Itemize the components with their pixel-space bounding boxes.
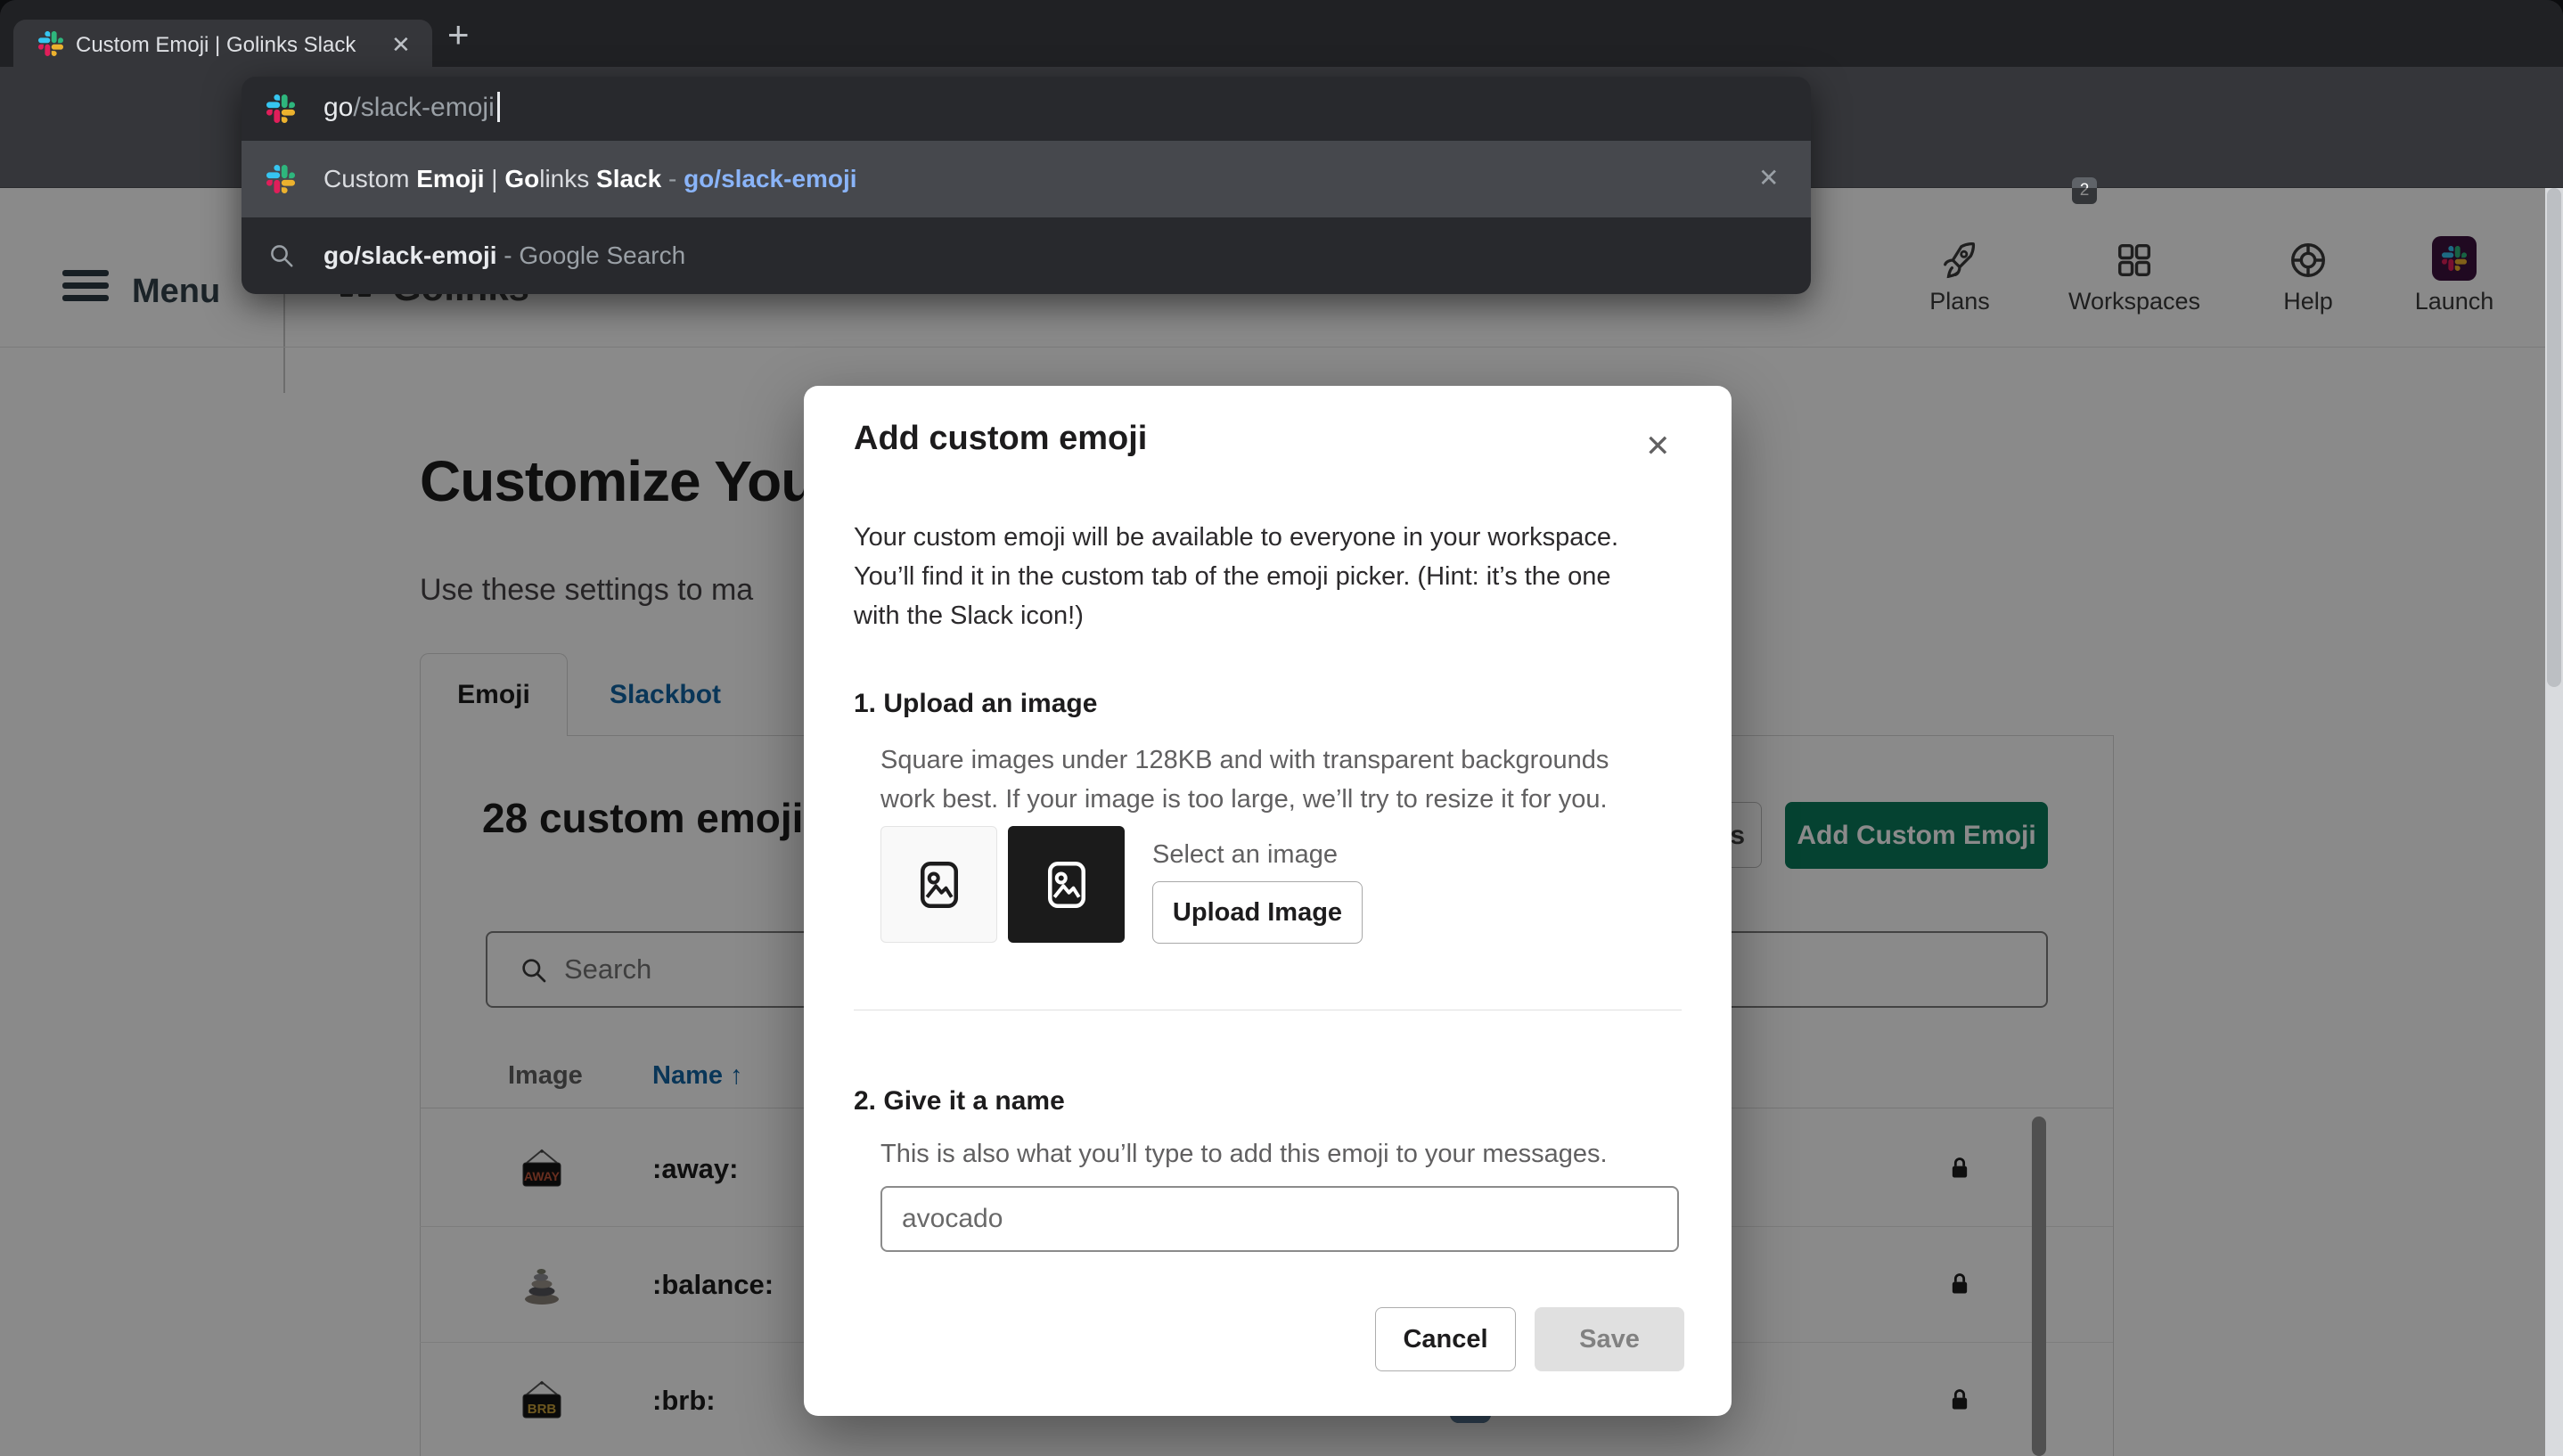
cancel-button[interactable]: Cancel [1375, 1307, 1516, 1371]
step1-description: Square images under 128KB and with trans… [880, 740, 1634, 819]
cancel-label: Cancel [1403, 1325, 1487, 1354]
select-image-label: Select an image [1152, 835, 1338, 874]
upload-image-label: Upload Image [1173, 898, 1342, 928]
modal-description: Your custom emoji will be available to e… [854, 518, 1649, 635]
suggestion-text: Custom [323, 165, 416, 192]
remove-suggestion-icon[interactable]: ✕ [1758, 163, 1779, 192]
step2-title: 2. Give it a name [854, 1086, 1065, 1117]
image-placeholder-icon [913, 858, 966, 912]
image-placeholder-icon [1040, 858, 1093, 912]
image-preview-dark [1008, 826, 1125, 943]
step1-title: 1. Upload an image [854, 689, 1097, 719]
browser-tab[interactable]: Custom Emoji | Golinks Slack ✕ [13, 20, 432, 67]
text-caret [497, 92, 500, 122]
suggestion-url: go/slack-emoji [684, 165, 857, 192]
add-custom-emoji-modal: Add custom emoji ✕ Your custom emoji wil… [804, 386, 1732, 1416]
search-query: go/slack-emoji [323, 241, 497, 269]
modal-close-icon[interactable]: ✕ [1645, 429, 1671, 464]
slack-favicon [266, 94, 295, 123]
url-typed: go [323, 93, 353, 122]
save-button[interactable]: Save [1535, 1307, 1684, 1371]
omnibox-dropdown: go/slack-emoji Custom Emoji | Golinks Sl… [242, 77, 1811, 294]
tab-title: Custom Emoji | Golinks Slack [76, 33, 370, 58]
tab-strip: Custom Emoji | Golinks Slack ✕ + [0, 0, 2563, 67]
step2-description: This is also what you’ll type to add thi… [880, 1134, 1608, 1174]
page-scrollbar[interactable] [2545, 188, 2563, 1456]
slack-favicon [266, 165, 295, 193]
page-scrollbar-thumb[interactable] [2547, 188, 2561, 687]
search-suffix: - Google Search [497, 241, 686, 269]
suggestion-row-selected[interactable]: Custom Emoji | Golinks Slack - go/slack-… [242, 141, 1811, 217]
new-tab-button[interactable]: + [447, 18, 470, 52]
emoji-name-input[interactable] [880, 1186, 1679, 1252]
save-label: Save [1579, 1325, 1640, 1354]
search-icon [268, 242, 295, 269]
suggestion-row-search[interactable]: go/slack-emoji - Google Search [242, 217, 1811, 294]
upload-image-button[interactable]: Upload Image [1152, 881, 1363, 944]
browser-window: Custom Emoji | Golinks Slack ✕ + {...} S… [0, 0, 2563, 1456]
address-bar[interactable]: go/slack-emoji [242, 77, 1811, 141]
modal-title: Add custom emoji [854, 420, 1147, 458]
image-preview-light [880, 826, 997, 943]
tab-close-icon[interactable]: ✕ [391, 31, 411, 59]
slack-favicon [38, 31, 63, 56]
url-completion: /slack-emoji [353, 93, 494, 122]
